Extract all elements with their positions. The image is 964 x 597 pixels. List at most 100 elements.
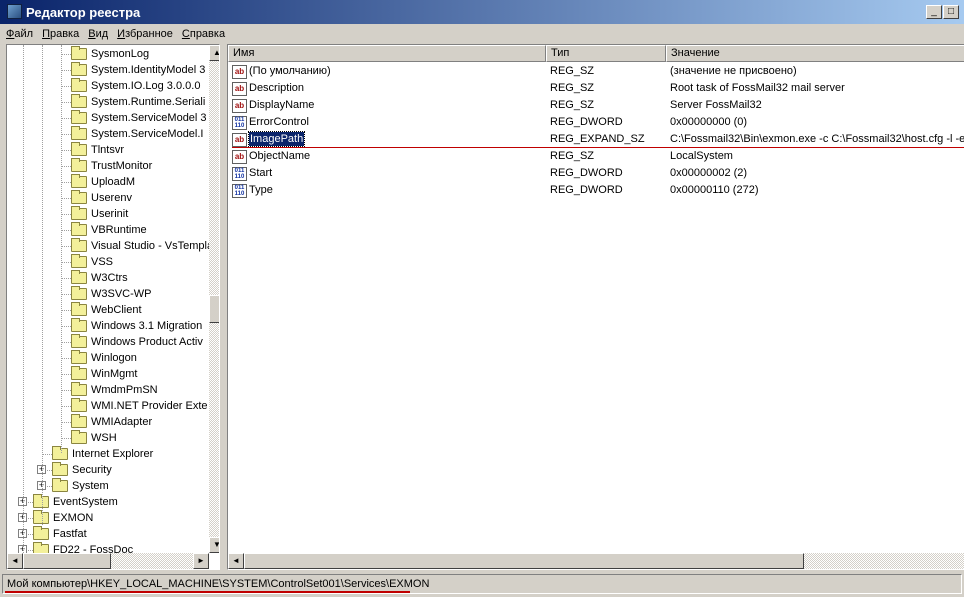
tree-item[interactable]: Internet Explorer (52, 446, 153, 462)
tree-item[interactable]: System.Runtime.Seriali (71, 94, 205, 110)
tree-item[interactable]: WMIAdapter (71, 414, 152, 430)
tree-connector (61, 438, 71, 439)
tree-item[interactable]: System.ServiceModel 3 (71, 110, 207, 126)
tree-item[interactable]: W3Ctrs (71, 270, 128, 286)
minimize-button[interactable]: _ (926, 5, 942, 19)
tree-connector (61, 54, 71, 55)
value-name: ErrorControl (249, 116, 309, 128)
value-row[interactable]: ab ImagePath REG_EXPAND_SZ C:\Fossmail32\Bi… (228, 131, 964, 148)
tree-item[interactable]: TrustMonitor (71, 158, 152, 174)
folder-icon (71, 286, 87, 300)
tree-item-label: System.ServiceModel 3 (91, 112, 207, 124)
tree-item-label: EventSystem (53, 496, 118, 508)
tree-item[interactable]: Userinit (71, 206, 128, 222)
scroll-up-button[interactable]: ▲ (209, 45, 219, 61)
menu-favorites[interactable]: Избранное (117, 28, 173, 40)
tree-item[interactable]: W3SVC-WP (71, 286, 152, 302)
tree-item[interactable]: WebClient (71, 302, 142, 318)
tree-vertical-scrollbar[interactable]: ▲ ▼ (209, 45, 219, 553)
tree-item[interactable]: WmdmPmSN (71, 382, 158, 398)
value-data: 0x00000110 (272) (670, 184, 759, 196)
menu-view[interactable]: Вид (88, 28, 108, 40)
menu-file[interactable]: Файл (6, 28, 33, 40)
tree-connector (61, 198, 71, 199)
tree-item[interactable]: Userenv (71, 190, 132, 206)
tree-item-label: Winlogon (91, 352, 137, 364)
tree-connector (42, 454, 52, 455)
value-row[interactable]: ab ObjectName REG_SZ LocalSystem (228, 148, 964, 165)
tree-connector (61, 310, 71, 311)
tree-item[interactable]: Visual Studio - VsTempla (71, 238, 213, 254)
tree-item-label: Fastfat (53, 528, 87, 540)
string-value-icon: ab (232, 99, 247, 113)
column-header-value[interactable]: Значение (666, 45, 964, 62)
folder-icon (71, 366, 87, 380)
value-row[interactable]: 011 110 ErrorControl REG_DWORD 0x00000000 (0… (228, 114, 964, 131)
value-row[interactable]: ab Description REG_SZ Root task of FossMail… (228, 80, 964, 97)
tree-item-label: System.IdentityModel 3 (91, 64, 206, 76)
folder-icon (71, 334, 87, 348)
registry-values-list[interactable]: Имя Тип Значение ab (По умолчанию) REG_SZ(… (227, 44, 964, 570)
maximize-button[interactable]: □ (943, 5, 959, 19)
tree-item-label: Internet Explorer (72, 448, 154, 460)
folder-icon (71, 350, 87, 364)
scroll-thumb[interactable] (209, 295, 219, 323)
value-row[interactable]: 011 110 Start REG_DWORD 0x00000002 (2) (228, 165, 964, 182)
folder-icon (71, 382, 87, 396)
folder-icon (71, 110, 87, 124)
tree-item[interactable]: Windows 3.1 Migration (71, 318, 202, 334)
value-row[interactable]: ab DisplayName REG_SZ Server FossMail32 (228, 97, 964, 114)
menu-help[interactable]: Справка (182, 28, 225, 40)
tree-connector (61, 406, 71, 407)
column-header-type[interactable]: Тип (546, 45, 666, 62)
scroll-right-button[interactable]: ► (193, 553, 209, 569)
tree-item[interactable]: Windows Product Activ (71, 334, 203, 350)
tree-item[interactable]: SysmonLog (71, 46, 149, 62)
tree-item[interactable]: System (52, 478, 109, 494)
scroll-left-button[interactable]: ◄ (7, 553, 23, 569)
tree-horizontal-scrollbar[interactable]: ◄ ► (7, 553, 209, 569)
tree-connector (61, 214, 71, 215)
scroll-thumb[interactable] (244, 553, 804, 569)
folder-icon (52, 478, 68, 492)
tree-item[interactable]: System.IO.Log 3.0.0.0 (71, 78, 200, 94)
column-header-name[interactable]: Имя (228, 45, 546, 62)
tree-item[interactable]: WinMgmt (71, 366, 137, 382)
tree-connector (61, 374, 71, 375)
tree-item[interactable]: System.IdentityModel 3 (71, 62, 205, 78)
folder-icon (71, 414, 87, 428)
folder-icon (71, 158, 87, 172)
scroll-left-button[interactable]: ◄ (228, 553, 244, 569)
tree-item-label: TrustMonitor (91, 160, 153, 172)
tree-item[interactable]: WSH (71, 430, 117, 446)
tree-item-label: WSH (91, 432, 117, 444)
tree-item[interactable]: Fastfat (33, 526, 87, 542)
scroll-thumb[interactable] (23, 553, 111, 569)
tree-item-label: W3Ctrs (91, 272, 128, 284)
tree-item[interactable]: EventSystem (33, 494, 118, 510)
menu-edit[interactable]: Правка (42, 28, 79, 40)
tree-item[interactable]: Tlntsvr (71, 142, 124, 158)
folder-icon (71, 78, 87, 92)
tree-item[interactable]: Winlogon (71, 350, 137, 366)
list-horizontal-scrollbar[interactable]: ◄ (228, 553, 964, 569)
tree-item[interactable]: VBRuntime (71, 222, 147, 238)
menu-bar: Файл Правка Вид Избранное Справка (0, 24, 964, 43)
folder-icon (71, 238, 87, 252)
tree-item[interactable]: Security (52, 462, 112, 478)
value-row[interactable]: ab (По умолчанию) REG_SZ (значение не присв… (228, 63, 964, 80)
scroll-down-button[interactable]: ▼ (209, 537, 219, 553)
tree-item[interactable]: System.ServiceModel.I (71, 126, 203, 142)
registry-key-tree[interactable]: SysmonLog System.IdentityModel 3 System.IO… (6, 44, 220, 570)
value-row[interactable]: 011 110 Type REG_DWORD 0x00000110 (272) (228, 182, 964, 199)
tree-item[interactable]: WMI.NET Provider Exte (71, 398, 208, 414)
folder-icon (33, 494, 49, 508)
tree-connector (61, 326, 71, 327)
folder-icon (52, 462, 68, 476)
tree-connector (61, 230, 71, 231)
tree-item[interactable]: UploadM (71, 174, 135, 190)
tree-item[interactable]: VSS (71, 254, 113, 270)
tree-connector (61, 246, 71, 247)
folder-icon (71, 142, 87, 156)
regedit-app-icon (7, 4, 22, 19)
